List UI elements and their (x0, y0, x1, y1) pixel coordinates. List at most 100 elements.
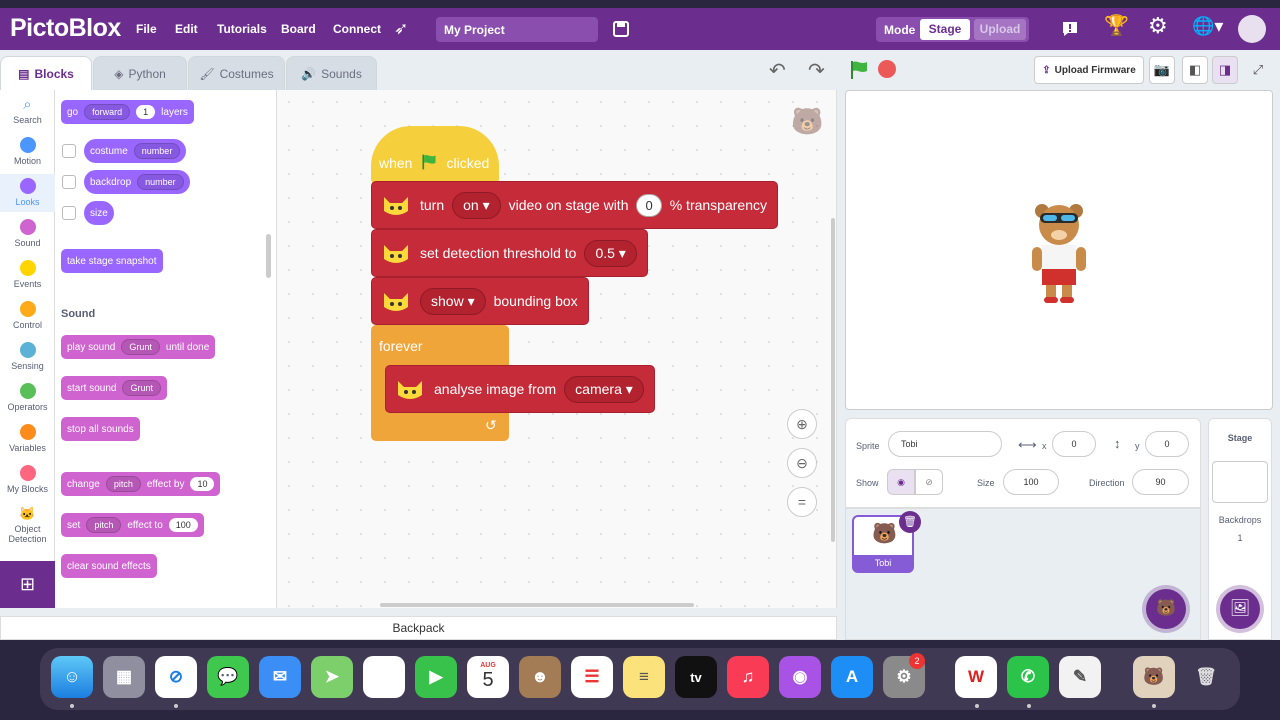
category-my-blocks[interactable]: My Blocks (0, 465, 55, 494)
category-search[interactable]: ⌕ Search (0, 96, 55, 125)
project-name-input[interactable]: My Project (436, 17, 598, 42)
size-checkbox[interactable] (62, 206, 76, 220)
trophy-icon[interactable]: 🏆 (1104, 16, 1129, 36)
palette-clear-effects-block[interactable]: clear sound effects (61, 554, 157, 578)
category-motion[interactable]: Motion (0, 137, 55, 166)
calendar-icon[interactable]: AUG 5 (467, 656, 509, 698)
trash-icon[interactable]: 🗑 (1185, 656, 1227, 698)
palette-set-effect-block[interactable]: set pitch effect to 100 (61, 513, 204, 537)
user-avatar[interactable] (1238, 15, 1266, 43)
menu-board[interactable]: Board (281, 22, 316, 36)
undo-icon[interactable]: ↶ (769, 58, 786, 83)
script-hscrollbar[interactable] (380, 603, 694, 607)
menu-tutorials[interactable]: Tutorials (217, 22, 267, 36)
category-variables[interactable]: Variables (0, 424, 55, 453)
category-object-detection[interactable]: 🐱 Object Detection (0, 506, 55, 544)
apple-tv-icon[interactable]: tv (675, 656, 717, 698)
rocket-icon[interactable]: ➶ (394, 20, 408, 37)
fullscreen-icon[interactable]: ⤢ (1245, 56, 1271, 84)
hide-icon[interactable]: ⊘ (915, 469, 943, 495)
backpack-bar[interactable]: Backpack (0, 616, 837, 640)
size-input[interactable]: 100 (1003, 469, 1059, 495)
block-dropdown[interactable]: number (137, 174, 184, 190)
small-stage-icon[interactable]: ◧ (1182, 56, 1208, 84)
turn-video-block[interactable]: turn on ▾ video on stage with 0 % transp… (371, 181, 778, 229)
palette-backdrop-block[interactable]: backdrop number (84, 170, 190, 194)
block-dropdown[interactable]: Grunt (121, 339, 160, 355)
block-dropdown[interactable]: pitch (105, 476, 141, 492)
category-operators[interactable]: Operators (0, 383, 55, 412)
menu-file[interactable]: File (136, 22, 157, 36)
upload-firmware-button[interactable]: ⇪ Upload Firmware (1034, 56, 1144, 84)
music-icon[interactable]: ♫ (727, 656, 769, 698)
menu-edit[interactable]: Edit (175, 22, 198, 36)
reminders-icon[interactable]: ☰ (571, 656, 613, 698)
green-flag-icon[interactable] (848, 59, 870, 86)
block-dropdown[interactable]: Grunt (122, 380, 161, 396)
show-visible-icon[interactable]: ◉ (887, 469, 915, 495)
save-icon[interactable] (612, 20, 630, 41)
finder-icon[interactable]: ☺ (51, 656, 93, 698)
stop-icon[interactable] (878, 60, 896, 78)
photos-icon[interactable]: ✿ (363, 656, 405, 698)
block-dropdown[interactable]: number (133, 143, 181, 159)
maps-icon[interactable]: ➤ (311, 656, 353, 698)
language-globe-icon[interactable]: 🌐▾ (1192, 17, 1223, 35)
mode-upload-button[interactable]: Upload (974, 19, 1026, 40)
palette-costume-block[interactable]: costume number (84, 139, 187, 163)
whatsapp-icon[interactable]: ✆ (1007, 656, 1049, 698)
podcasts-icon[interactable]: ◉ (779, 656, 821, 698)
tab-sounds[interactable]: 🔊 Sounds (286, 56, 377, 90)
redo-icon[interactable]: ↷ (808, 58, 825, 83)
analyse-image-block[interactable]: analyse image from camera ▾ (385, 365, 655, 413)
facetime-icon[interactable]: ▶ (415, 656, 457, 698)
palette-go-layers-block[interactable]: go forward 1 layers (61, 100, 194, 124)
block-input[interactable]: 1 (136, 105, 156, 119)
zoom-in-button[interactable]: ⊕ (787, 409, 817, 439)
category-sound[interactable]: Sound (0, 219, 55, 248)
feedback-icon[interactable] (1061, 20, 1079, 41)
safari-icon[interactable]: ⊘ (155, 656, 197, 698)
wps-office-icon[interactable]: W (955, 656, 997, 698)
category-sensing[interactable]: Sensing (0, 342, 55, 371)
category-events[interactable]: Events (0, 260, 55, 289)
normal-stage-icon[interactable]: ◨ (1212, 56, 1238, 84)
category-looks[interactable]: Looks (0, 174, 55, 212)
app-store-icon[interactable]: A (831, 656, 873, 698)
gear-icon[interactable]: ⚙ (1148, 15, 1168, 37)
block-input[interactable]: 10 (190, 477, 215, 491)
x-input[interactable]: 0 (1052, 431, 1096, 457)
block-input[interactable]: 100 (168, 518, 198, 532)
notes-icon[interactable]: ≡ (623, 656, 665, 698)
delete-sprite-icon[interactable]: 🗑 (899, 511, 921, 533)
direction-input[interactable]: 90 (1132, 469, 1189, 495)
palette-size-block[interactable]: size (84, 201, 114, 225)
zoom-out-button[interactable]: ⊖ (787, 448, 817, 478)
show-bounding-box-block[interactable]: show ▾ bounding box (371, 277, 589, 325)
tobi-sprite[interactable] (1024, 195, 1094, 305)
block-dropdown[interactable]: 0.5 ▾ (584, 239, 637, 267)
mail-icon[interactable]: ✉ (259, 656, 301, 698)
textedit-icon[interactable]: ✎ (1059, 656, 1101, 698)
block-dropdown[interactable]: show ▾ (420, 287, 486, 315)
pictoblox-dock-icon[interactable]: 🐻 (1133, 656, 1175, 698)
block-dropdown[interactable]: pitch (86, 517, 122, 533)
camera-screenshot-icon[interactable]: 📷 (1149, 56, 1175, 84)
mode-stage-button[interactable]: Stage (920, 19, 970, 40)
when-flag-clicked-block[interactable]: when clicked (371, 126, 499, 184)
launchpad-icon[interactable]: ▦ (103, 656, 145, 698)
palette-stop-sounds-block[interactable]: stop all sounds (61, 417, 140, 441)
zoom-reset-button[interactable]: = (787, 487, 817, 517)
menu-connect[interactable]: Connect (333, 22, 381, 36)
y-input[interactable]: 0 (1145, 431, 1189, 457)
palette-scrollbar[interactable] (266, 234, 271, 278)
costume-checkbox[interactable] (62, 144, 76, 158)
stage-canvas[interactable] (845, 90, 1273, 410)
messages-icon[interactable]: 💬 (207, 656, 249, 698)
backdrop-checkbox[interactable] (62, 175, 76, 189)
contacts-icon[interactable]: ☻ (519, 656, 561, 698)
add-extension-button[interactable]: ⊞ (0, 561, 55, 608)
choose-backdrop-button[interactable]: 🖼 (1220, 589, 1260, 629)
block-dropdown[interactable]: camera ▾ (564, 375, 644, 403)
set-detection-threshold-block[interactable]: set detection threshold to 0.5 ▾ (371, 229, 648, 277)
